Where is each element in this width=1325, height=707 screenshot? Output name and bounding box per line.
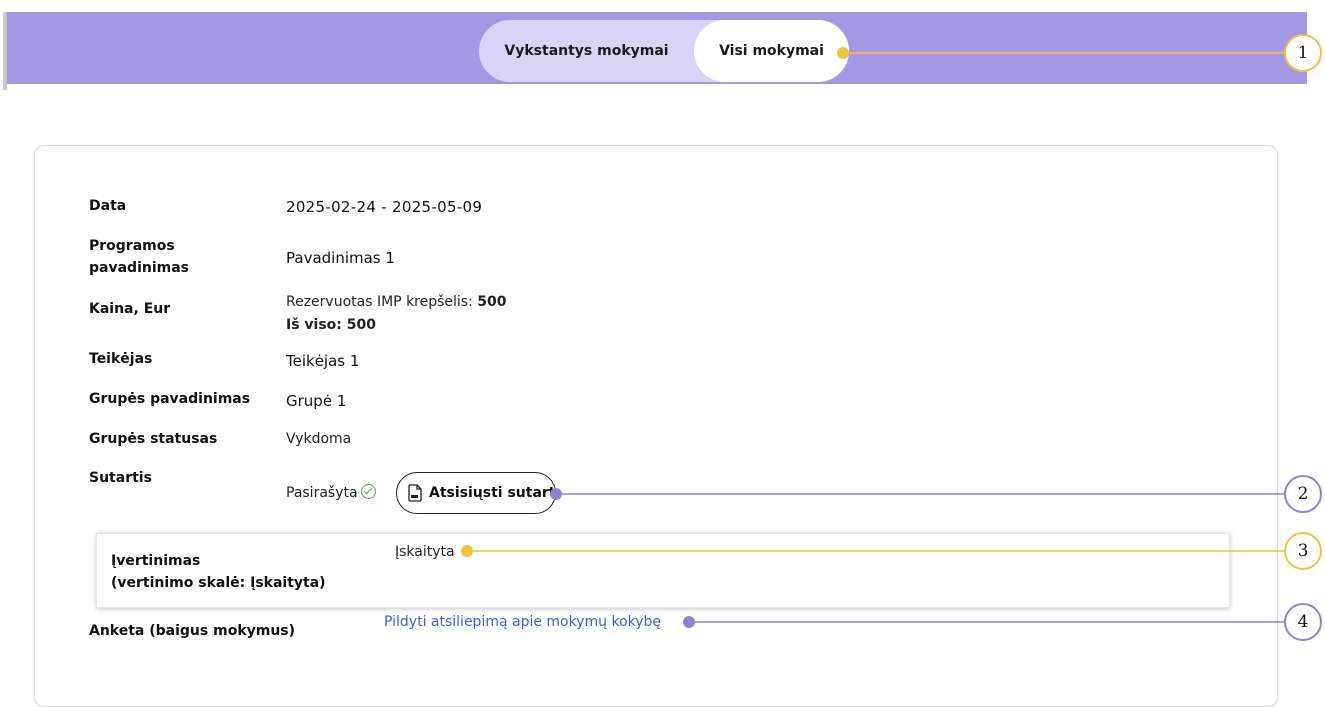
callout-number-2: 2 [1284,475,1322,513]
callout-dot-2 [550,488,562,500]
callout-dot-3 [461,545,473,557]
callout-number-1: 1 [1284,34,1322,72]
callout-lines [461,47,1285,628]
callout-number-3: 3 [1284,532,1322,570]
callout-dot-4 [683,616,695,628]
callout-number-4: 4 [1284,603,1322,641]
callout-dot-1 [837,47,849,59]
